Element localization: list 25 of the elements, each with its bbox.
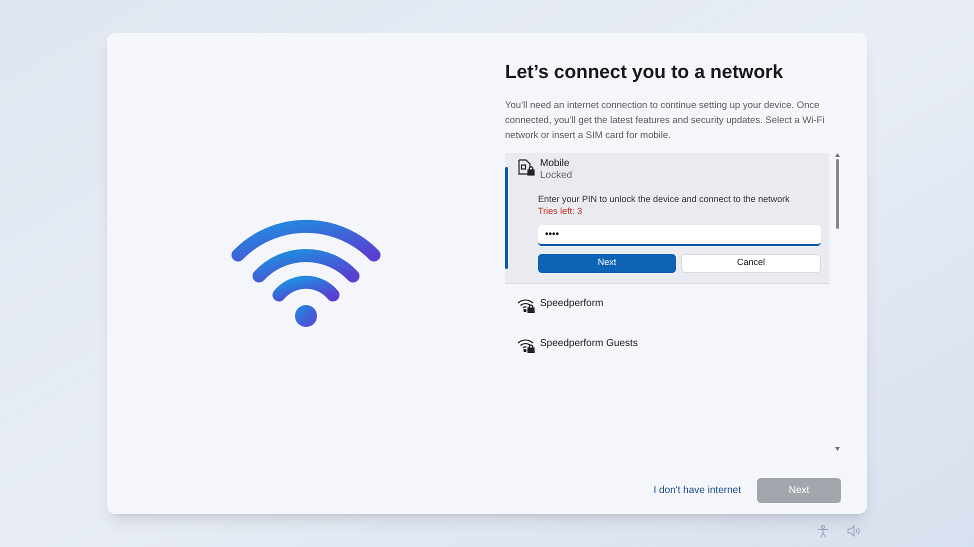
scroll-down-icon[interactable] [834,446,840,450]
scroll-up-icon[interactable] [834,152,840,156]
description-text: You’ll need an internet connection to continue setting up your device. Once connected, you’ll get the latest features and security updates. Select a Wi-Fi network or insert a SIM card for mobile. [505,98,826,142]
no-internet-link[interactable]: I don't have internet [653,482,741,498]
scrollbar[interactable] [833,152,841,450]
next-button[interactable]: Next [538,254,676,272]
cancel-button[interactable]: Cancel [681,254,821,272]
page-heading: Let’s connect you to a network [505,61,784,85]
network-item[interactable]: Speedperform Guests [505,324,829,364]
pin-field[interactable]: •••• [538,224,821,246]
pin-prompt: Enter your PIN to unlock the device and connect to the network [538,192,790,204]
wifi-lock-icon [517,298,535,312]
network-name: Mobile [540,158,570,170]
network-item[interactable]: Mobile Locked Enter your PIN to unlock the device and connect to the network Tries left: 3 •••• Next Cancel [505,152,829,284]
accessibility-icon[interactable] [817,525,829,538]
network-name: Speedperform [540,298,604,310]
tries-left-warning: Tries left: 3 [538,204,582,216]
wifi-lock-icon [517,338,535,352]
speaker-icon[interactable] [847,525,861,537]
network-status: Locked [540,170,572,182]
wifi-icon [231,218,381,330]
sim-lock-icon [517,158,535,176]
scrollbar-thumb[interactable] [836,158,838,228]
network-name: Speedperform Guests [540,338,638,350]
network-item[interactable]: Speedperform [505,284,829,324]
